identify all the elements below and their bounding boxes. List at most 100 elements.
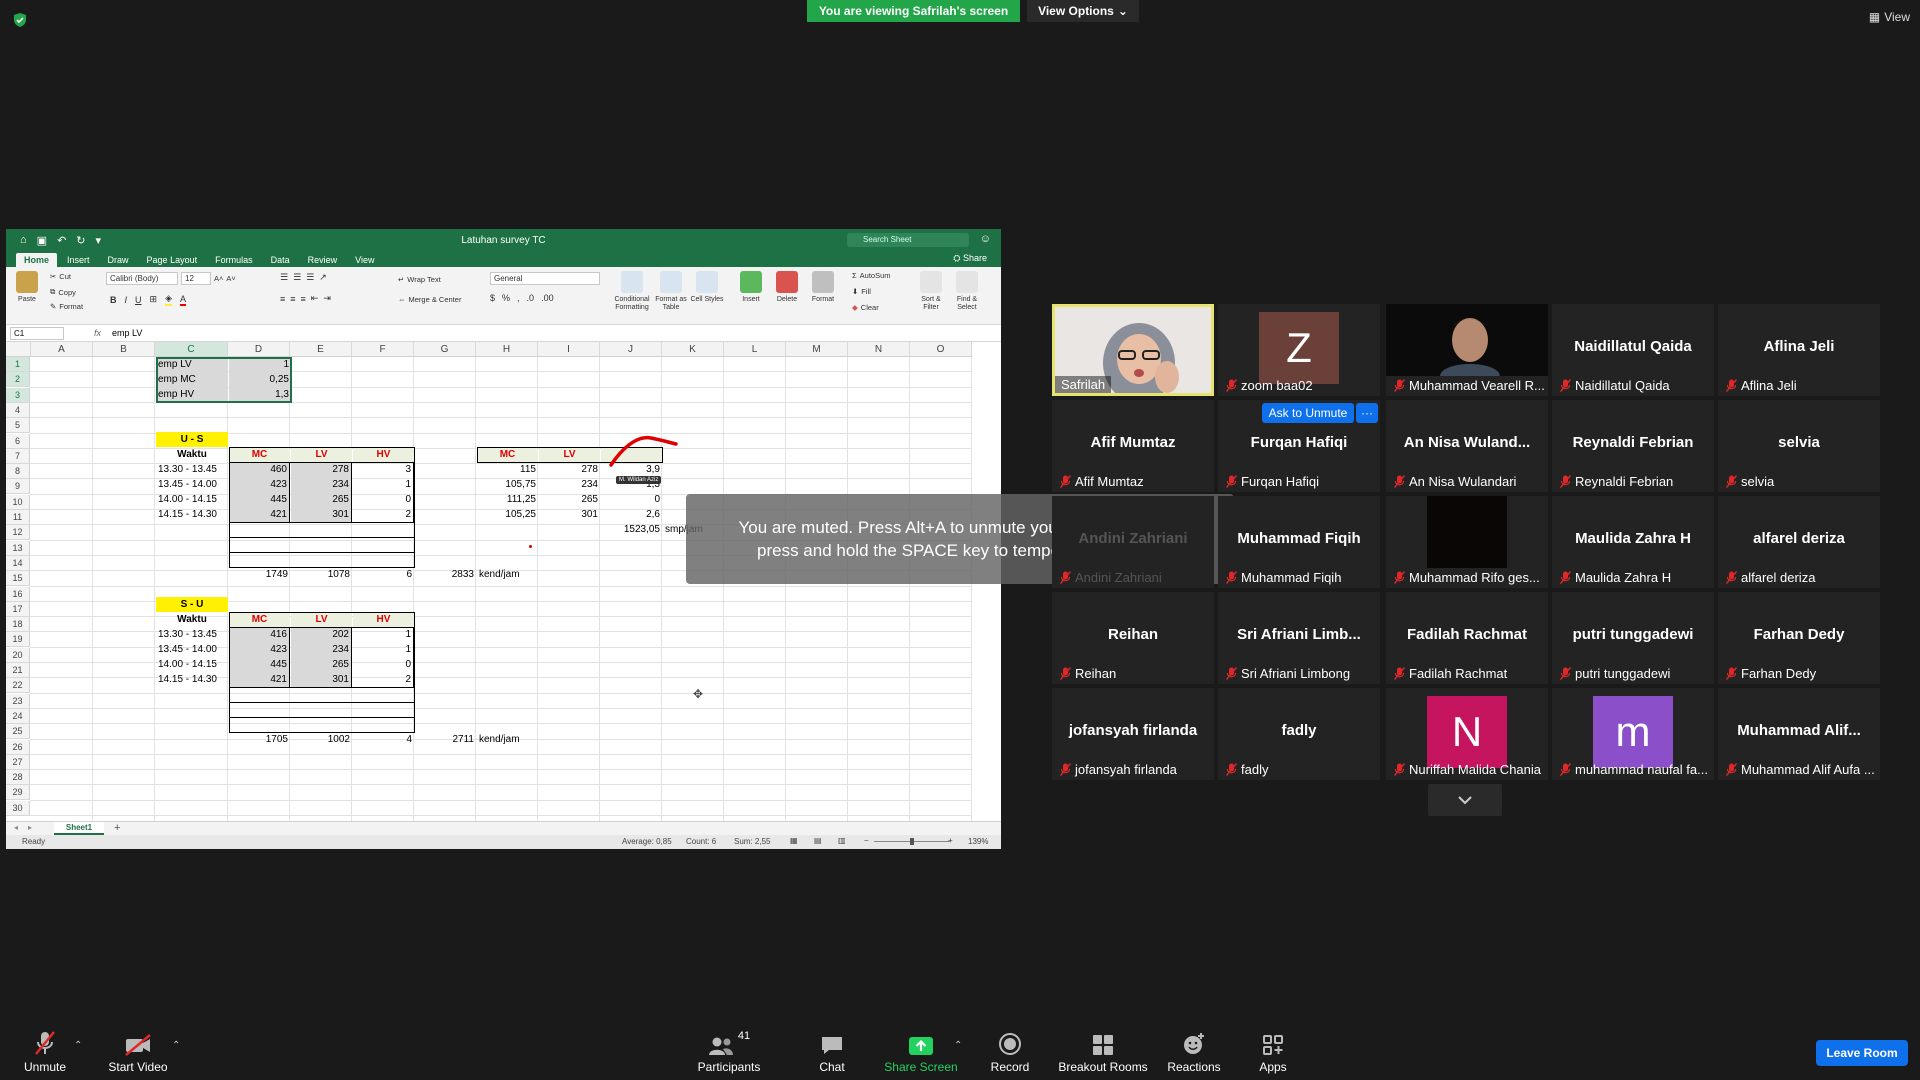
font-size-select[interactable]: 12 bbox=[181, 272, 211, 285]
column-header-d[interactable]: D bbox=[228, 342, 290, 357]
row-header-10[interactable]: 10 bbox=[6, 494, 30, 510]
tab-home[interactable]: Home bbox=[16, 253, 58, 267]
row-header-18[interactable]: 18 bbox=[6, 617, 30, 633]
participant-tile[interactable]: putri tunggadewi putri tunggadewi bbox=[1552, 592, 1714, 684]
share-screen-button[interactable]: Share Screen bbox=[882, 1030, 960, 1074]
participant-tile[interactable]: Naidillatul Qaida Naidillatul Qaida bbox=[1552, 304, 1714, 396]
normal-view-icon[interactable]: ▦ bbox=[790, 836, 798, 845]
tab-view[interactable]: View bbox=[347, 253, 382, 267]
row-header-23[interactable]: 23 bbox=[6, 693, 30, 709]
su-unit[interactable]: kend/jam bbox=[477, 732, 538, 747]
participant-tile[interactable]: N Nuriffah Malida Chania bbox=[1386, 688, 1548, 780]
smp-table-cell[interactable]: 105,75 bbox=[477, 477, 538, 492]
zoom-slider-thumb[interactable] bbox=[910, 838, 914, 845]
save-icon[interactable]: ▣ bbox=[37, 234, 47, 247]
us-title[interactable]: U - S bbox=[156, 432, 228, 447]
add-sheet-icon[interactable]: + bbox=[114, 822, 120, 834]
italic-button[interactable]: I bbox=[125, 295, 128, 305]
increase-decimal-icon[interactable]: .0 bbox=[527, 293, 535, 303]
su-total-mc[interactable]: 1705 bbox=[229, 732, 290, 747]
participant-tile[interactable]: Farhan Dedy Farhan Dedy bbox=[1718, 592, 1880, 684]
tab-review[interactable]: Review bbox=[300, 253, 346, 267]
column-header-c[interactable]: C bbox=[155, 342, 228, 357]
su-total-all[interactable]: 2711 bbox=[415, 732, 476, 747]
participant-tile[interactable]: Reihan Reihan bbox=[1052, 592, 1214, 684]
zoom-in-icon[interactable]: + bbox=[948, 836, 953, 845]
start-video-button[interactable]: Start Video bbox=[106, 1030, 170, 1074]
row-header-29[interactable]: 29 bbox=[6, 785, 30, 801]
undo-icon[interactable]: ↶ bbox=[57, 234, 66, 247]
su-header-waktu[interactable]: Waktu bbox=[156, 612, 228, 627]
copy-button[interactable]: ⧉ Copy bbox=[50, 287, 76, 297]
account-icon[interactable]: ☺ bbox=[980, 233, 991, 245]
conditional-formatting-button[interactable]: Conditional Formatting bbox=[612, 271, 652, 312]
tab-data[interactable]: Data bbox=[263, 253, 298, 267]
column-header-n[interactable]: N bbox=[848, 342, 910, 357]
row-header-27[interactable]: 27 bbox=[6, 754, 30, 770]
leave-room-button[interactable]: Leave Room bbox=[1816, 1040, 1908, 1066]
format-cells-button[interactable]: Format bbox=[806, 271, 840, 304]
column-header-e[interactable]: E bbox=[290, 342, 352, 357]
align-left-icon[interactable]: ≡ bbox=[280, 294, 285, 304]
smp-table-cell[interactable]: 301 bbox=[539, 507, 600, 522]
fill-color-icon[interactable]: ◈ bbox=[165, 293, 172, 306]
participant-tile[interactable]: Sri Afriani Limb... Sri Afriani Limbong bbox=[1218, 592, 1380, 684]
page-layout-view-icon[interactable]: ▤ bbox=[814, 836, 822, 845]
us-table-cell[interactable]: 14.00 - 14.15 bbox=[156, 492, 228, 507]
currency-icon[interactable]: $ bbox=[490, 293, 495, 303]
participant-tile[interactable]: Maulida Zahra H Maulida Zahra H bbox=[1552, 496, 1714, 588]
zoom-slider[interactable] bbox=[874, 838, 950, 845]
us-table-cell[interactable]: 14.15 - 14.30 bbox=[156, 507, 228, 522]
column-header-k[interactable]: K bbox=[662, 342, 724, 357]
smp-table-cell[interactable]: 115 bbox=[477, 462, 538, 477]
number-format-select[interactable]: General bbox=[490, 272, 600, 285]
format-painter-button[interactable]: ✎ Format bbox=[50, 302, 83, 311]
search-sheet-input[interactable]: Search Sheet bbox=[847, 233, 969, 247]
tab-insert[interactable]: Insert bbox=[59, 253, 98, 267]
row-header-1[interactable]: 1 bbox=[6, 357, 30, 372]
underline-button[interactable]: U bbox=[135, 295, 142, 305]
merge-center-button[interactable]: ⇔ Merge & Center bbox=[398, 295, 461, 304]
column-header-b[interactable]: B bbox=[93, 342, 155, 357]
su-table-cell[interactable]: 14.15 - 14.30 bbox=[156, 672, 228, 687]
row-header-16[interactable]: 16 bbox=[6, 586, 30, 602]
row-header-26[interactable]: 26 bbox=[6, 739, 30, 755]
next-sheet-icon[interactable]: ▸ bbox=[28, 823, 32, 832]
participant-tile[interactable]: jofansyah firlanda jofansyah firlanda bbox=[1052, 688, 1214, 780]
shrink-font-icon[interactable]: A˅ bbox=[226, 274, 235, 283]
participant-tile[interactable]: Zzoom baa02 bbox=[1218, 304, 1380, 396]
indent-increase-icon[interactable]: ⇥ bbox=[323, 293, 331, 304]
name-box[interactable]: C1 bbox=[10, 326, 64, 340]
bold-button[interactable]: B bbox=[110, 295, 117, 305]
su-total-hv[interactable]: 4 bbox=[353, 732, 414, 747]
sheet-tab-sheet1[interactable]: Sheet1 bbox=[54, 822, 104, 835]
grow-font-icon[interactable]: A˄ bbox=[214, 274, 223, 283]
us-header-waktu[interactable]: Waktu bbox=[156, 447, 228, 462]
fx-icon[interactable]: fx bbox=[94, 328, 112, 338]
participants-button[interactable]: 41 Participants bbox=[694, 1030, 764, 1074]
row-header-11[interactable]: 11 bbox=[6, 510, 30, 525]
borders-icon[interactable]: ⊞ bbox=[150, 294, 158, 305]
align-center-icon[interactable]: ≡ bbox=[290, 294, 295, 304]
su-total-lv[interactable]: 1002 bbox=[291, 732, 352, 747]
smp-table-cell[interactable]: 278 bbox=[539, 462, 600, 477]
redo-icon[interactable]: ↻ bbox=[76, 234, 85, 247]
page-break-view-icon[interactable]: ▥ bbox=[838, 836, 846, 845]
select-all-corner[interactable] bbox=[6, 342, 31, 357]
us-table-cell[interactable]: 13.45 - 14.00 bbox=[156, 477, 228, 492]
indent-decrease-icon[interactable]: ⇤ bbox=[311, 293, 319, 304]
share-options-caret-icon[interactable]: ⌃ bbox=[954, 1040, 962, 1051]
reactions-button[interactable]: Reactions bbox=[1164, 1030, 1224, 1074]
participant-tile[interactable]: Andini Zahriani Andini Zahriani bbox=[1052, 496, 1214, 588]
home-icon[interactable]: ⌂ bbox=[20, 234, 27, 247]
ask-to-unmute-button[interactable]: Ask to Unmute bbox=[1262, 403, 1354, 423]
column-header-f[interactable]: F bbox=[352, 342, 414, 357]
su-table-cell[interactable]: 14.00 - 14.15 bbox=[156, 657, 228, 672]
tab-formulas[interactable]: Formulas bbox=[207, 253, 261, 267]
column-header-a[interactable]: A bbox=[31, 342, 93, 357]
view-layout-button[interactable]: ▦ View bbox=[1869, 10, 1910, 24]
find-select-button[interactable]: Find & Select bbox=[950, 271, 984, 312]
row-header-20[interactable]: 20 bbox=[6, 647, 30, 663]
font-color-icon[interactable]: A bbox=[179, 294, 186, 306]
row-header-30[interactable]: 30 bbox=[6, 800, 30, 816]
